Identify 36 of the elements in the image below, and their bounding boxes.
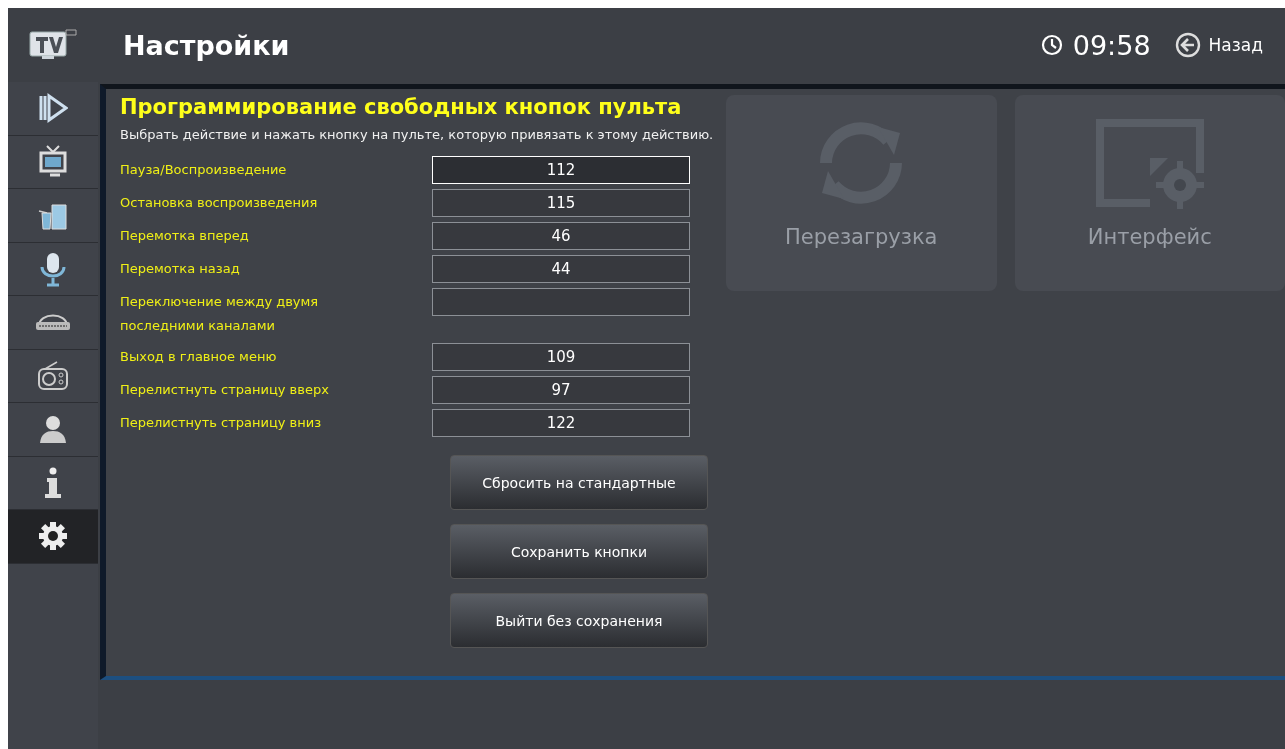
- key-code-field[interactable]: 46: [432, 222, 690, 250]
- instruction-text: Выбрать действие и нажать кнопку на пульте, которую привязать к этому действию.: [120, 127, 715, 142]
- key-code-field[interactable]: 115: [432, 189, 690, 217]
- action-label: Перемотка назад: [120, 260, 241, 278]
- clock-time: 09:58: [1072, 29, 1151, 61]
- action-label: Переключение между двумя последними каналами: [120, 293, 320, 335]
- person-icon: [38, 414, 68, 445]
- action-label: Остановка воспроизведения: [120, 194, 319, 212]
- key-code-field[interactable]: 112: [432, 156, 690, 184]
- back-button[interactable]: Назад: [1174, 32, 1263, 58]
- key-code-field[interactable]: 122: [432, 409, 690, 437]
- dialog-button[interactable]: Сохранить кнопки: [450, 524, 708, 579]
- page-title: Настройки: [123, 29, 291, 61]
- settings-icon: [38, 521, 68, 552]
- tv-icon: [38, 143, 68, 180]
- dialog-button[interactable]: Сбросить на стандартные: [450, 455, 708, 510]
- key-code-field[interactable]: 109: [432, 343, 690, 371]
- action-label: Выход в главное меню: [120, 348, 278, 366]
- action-label: Перелистнуть страницу вниз: [120, 414, 323, 432]
- tile-label: Перезагрузка: [785, 225, 938, 249]
- action-label: Перелистнуть страницу вверх: [120, 381, 330, 399]
- clock-icon: [1040, 34, 1063, 56]
- action-label: Пауза/Воспроизведение: [120, 161, 288, 179]
- dialog-button[interactable]: Выйти без сохранения: [450, 593, 708, 648]
- key-code-field[interactable]: 97: [432, 376, 690, 404]
- action-label: Перемотка вперед: [120, 227, 250, 245]
- tv-logo-icon: [28, 28, 78, 62]
- key-code-field[interactable]: [432, 288, 690, 316]
- microphone-icon: [38, 250, 68, 287]
- tile-label: Интерфейс: [1087, 225, 1212, 249]
- sidebar-item[interactable]: [8, 510, 98, 564]
- info-icon: [43, 466, 63, 499]
- radio-icon: [37, 359, 69, 392]
- play-icon: [38, 93, 68, 124]
- dialog-title: Программирование свободных кнопок пульта: [120, 95, 683, 119]
- key-code-field[interactable]: 44: [432, 255, 690, 283]
